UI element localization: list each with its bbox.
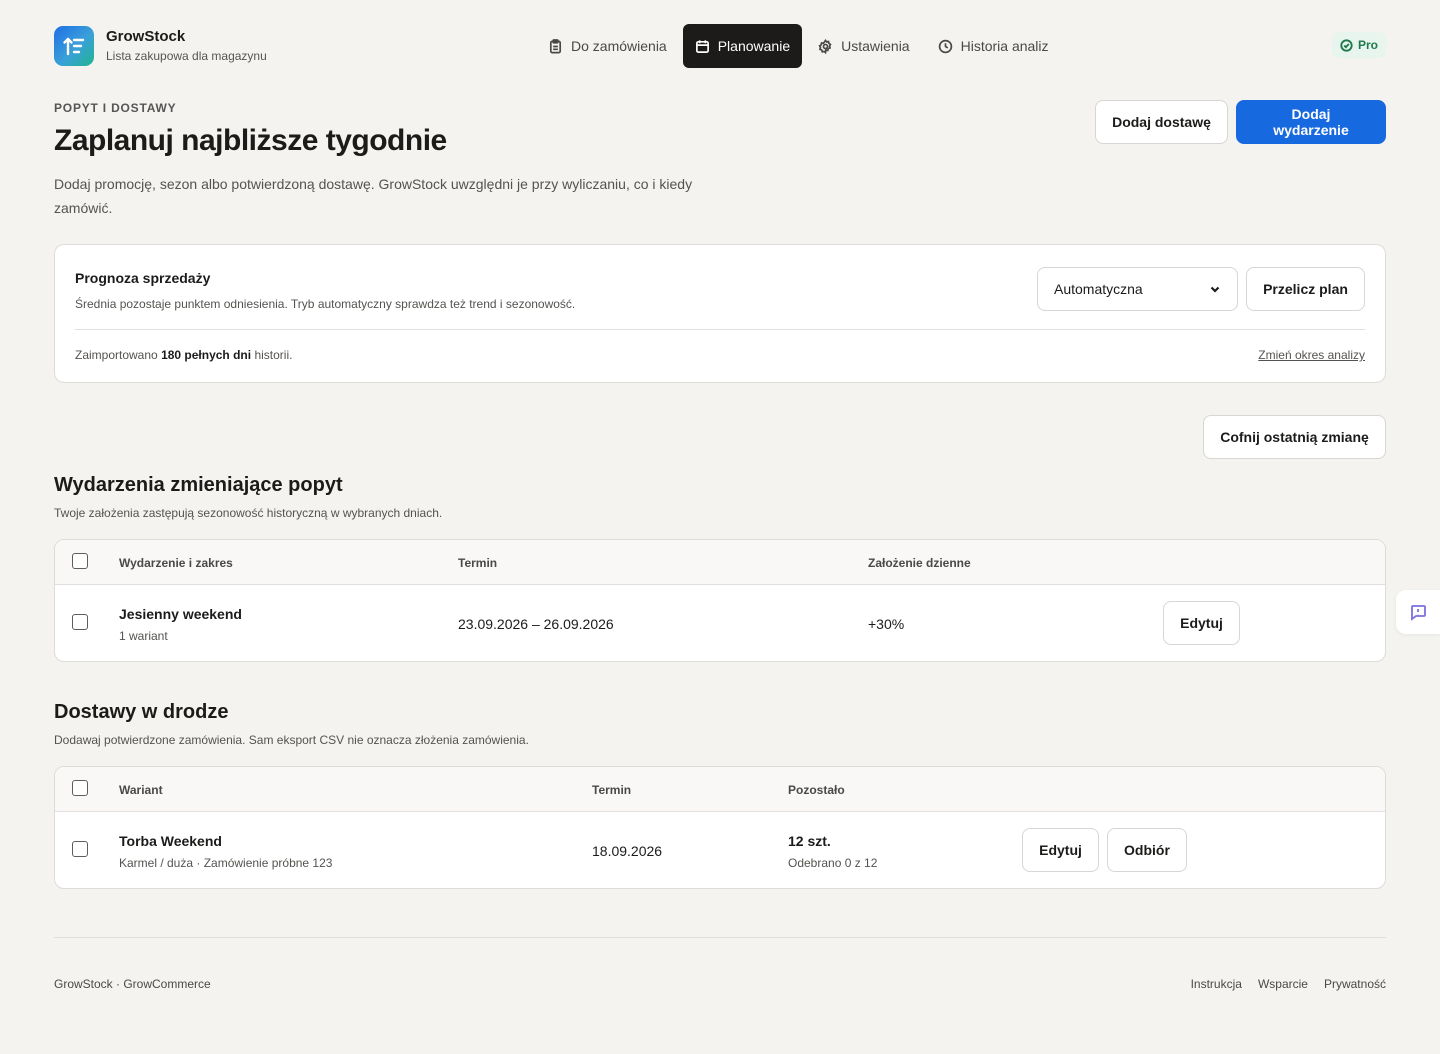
footer-links: Instrukcja Wsparcie Prywatność bbox=[1191, 977, 1386, 991]
column-header: Termin bbox=[592, 783, 632, 797]
divider bbox=[75, 329, 1365, 330]
change-analysis-period-link[interactable]: Zmień okres analizy bbox=[1258, 348, 1365, 362]
import-note-days: 180 pełnych dni bbox=[161, 348, 252, 362]
nav-item-label: Planowanie bbox=[717, 38, 791, 54]
import-note-suffix: historii. bbox=[254, 348, 293, 362]
row-checkbox[interactable] bbox=[72, 614, 88, 630]
forecast-description: Średnia pozostaje punktem odniesienia. T… bbox=[75, 297, 576, 311]
table-row: Torba Weekend Karmel / duża · Zamówienie… bbox=[55, 812, 1385, 888]
nav-item-label: Ustawienia bbox=[841, 38, 910, 54]
clipboard-icon bbox=[549, 38, 562, 53]
deliveries-table: Wariant Termin Pozostało Torba Weekend K… bbox=[54, 766, 1386, 889]
delivery-detail: Karmel / duża · Zamówienie próbne 123 bbox=[119, 856, 333, 870]
nav-item-ustawienia[interactable]: Ustawienia bbox=[806, 24, 921, 68]
top-bar: GrowStock Lista zakupowa dla magazynu Do… bbox=[54, 24, 1386, 68]
deliveries-section-subtitle: Dodawaj potwierdzone zamówienia. Sam eks… bbox=[54, 733, 529, 747]
gear-icon bbox=[818, 38, 832, 54]
event-assumption: +30% bbox=[868, 616, 905, 632]
footer-brand: GrowStock · GrowCommerce bbox=[54, 977, 211, 991]
deliveries-section-title: Dostawy w drodze bbox=[54, 701, 229, 723]
page-description: Dodaj promocję, sezon albo potwierdzoną … bbox=[54, 176, 693, 216]
forecast-card: Prognoza sprzedaży Średnia pozostaje pun… bbox=[54, 244, 1386, 383]
table-header: Wariant Termin Pozostało bbox=[55, 767, 1385, 812]
main-nav: Do zamówienia Planowanie Ustawienia Hist… bbox=[536, 24, 1065, 68]
event-name: Jesienny weekend bbox=[119, 606, 242, 622]
chevron-down-icon bbox=[1210, 286, 1220, 293]
footer-link-instrukcja[interactable]: Instrukcja bbox=[1191, 977, 1242, 991]
column-header: Termin bbox=[458, 556, 498, 570]
column-header: Pozostało bbox=[788, 783, 845, 797]
forecast-title: Prognoza sprzedaży bbox=[75, 270, 211, 286]
check-circle-icon bbox=[1340, 38, 1353, 52]
edit-delivery-button[interactable]: Edytuj bbox=[1022, 828, 1099, 872]
brand-subtitle: Lista zakupowa dla magazynu bbox=[106, 49, 267, 63]
delivery-variant: Torba Weekend bbox=[119, 833, 222, 849]
events-section-title: Wydarzenia zmieniające popyt bbox=[54, 474, 343, 496]
hero-actions: Dodaj dostawę Dodaj wydarzenie bbox=[1095, 100, 1386, 144]
event-term: 23.09.2026 – 26.09.2026 bbox=[458, 616, 614, 632]
logo-icon bbox=[54, 26, 94, 66]
footer-link-prywatnosc[interactable]: Prywatność bbox=[1324, 977, 1386, 991]
add-delivery-button[interactable]: Dodaj dostawę bbox=[1095, 100, 1228, 144]
nav-item-planowanie[interactable]: Planowanie bbox=[682, 24, 803, 68]
delivery-term: 18.09.2026 bbox=[592, 843, 663, 859]
brand[interactable]: GrowStock Lista zakupowa dla magazynu bbox=[54, 26, 267, 66]
edit-event-button[interactable]: Edytuj bbox=[1163, 601, 1240, 645]
event-scope: 1 wariant bbox=[119, 629, 168, 643]
row-checkbox[interactable] bbox=[72, 841, 88, 857]
brand-name: GrowStock bbox=[106, 28, 186, 45]
pickup-button[interactable]: Odbiór bbox=[1107, 828, 1187, 872]
column-header: Wydarzenie i zakres bbox=[119, 556, 233, 570]
table-header: Wydarzenie i zakres Termin Założenie dzi… bbox=[55, 540, 1385, 585]
forecast-mode-select[interactable]: Automatyczna bbox=[1037, 267, 1238, 311]
footer-link-wsparcie[interactable]: Wsparcie bbox=[1258, 977, 1308, 991]
feedback-icon bbox=[1411, 605, 1426, 621]
footer-divider bbox=[54, 937, 1386, 938]
delivery-received: Odebrano 0 z 12 bbox=[788, 856, 878, 870]
nav-item-historia-analiz[interactable]: Historia analiz bbox=[926, 24, 1061, 68]
pro-badge: Pro bbox=[1331, 32, 1386, 58]
import-note-prefix: Zaimportowano bbox=[75, 348, 158, 362]
feedback-button[interactable] bbox=[1396, 590, 1440, 634]
table-row: Jesienny weekend 1 wariant 23.09.2026 – … bbox=[55, 585, 1385, 661]
column-header: Założenie dzienne bbox=[868, 556, 971, 570]
forecast-mode-value: Automatyczna bbox=[1054, 281, 1143, 297]
recalc-plan-button[interactable]: Przelicz plan bbox=[1246, 267, 1365, 311]
import-note: Zaimportowano 180 pełnych dni historii. bbox=[75, 348, 292, 362]
delivery-remaining: 12 szt. bbox=[788, 833, 831, 849]
nav-item-do-zamowienia[interactable]: Do zamówienia bbox=[536, 24, 679, 68]
select-all-checkbox[interactable] bbox=[72, 553, 88, 569]
clock-icon bbox=[938, 39, 952, 53]
add-event-button[interactable]: Dodaj wydarzenie bbox=[1236, 100, 1386, 144]
nav-item-label: Historia analiz bbox=[960, 38, 1049, 54]
column-header: Wariant bbox=[119, 783, 163, 797]
events-table: Wydarzenie i zakres Termin Założenie dzi… bbox=[54, 539, 1386, 662]
pro-badge-label: Pro bbox=[1357, 38, 1378, 52]
nav-item-label: Do zamówienia bbox=[571, 38, 667, 54]
undo-last-change-button[interactable]: Cofnij ostatnią zmianę bbox=[1203, 415, 1386, 459]
calendar-icon bbox=[695, 39, 709, 53]
events-section-subtitle: Twoje założenia zastępują sezonowość his… bbox=[54, 506, 443, 520]
select-all-checkbox[interactable] bbox=[72, 780, 88, 796]
